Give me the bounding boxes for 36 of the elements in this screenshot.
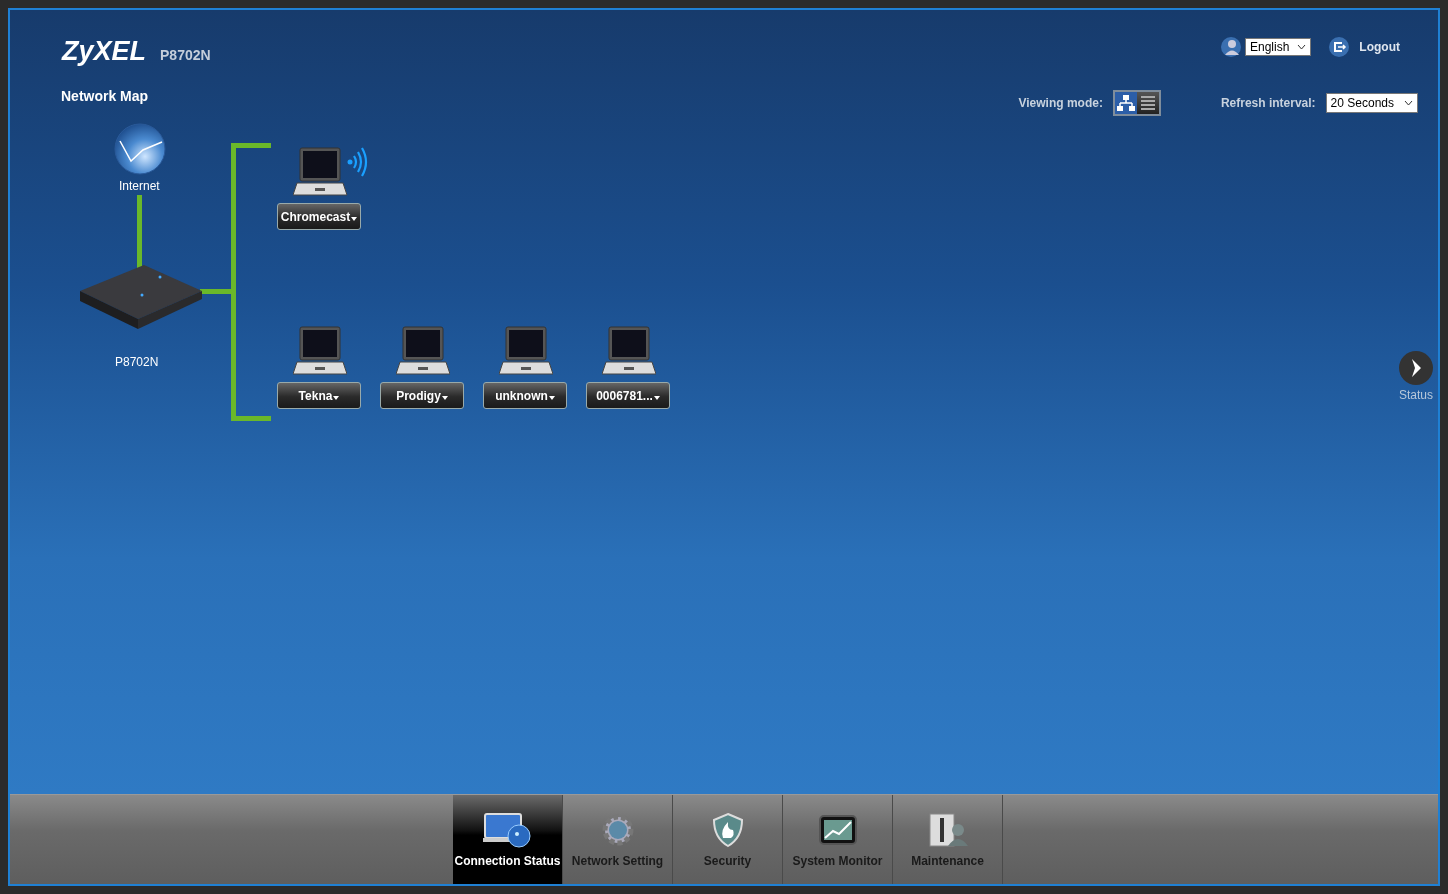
refresh-interval-dropdown[interactable]: 20 Seconds	[1325, 93, 1418, 113]
language-dropdown[interactable]: English	[1245, 38, 1312, 56]
device-menu-button[interactable]: unknown	[483, 382, 567, 409]
caret-icon	[351, 217, 358, 221]
laptop-icon	[396, 326, 450, 378]
router-label: P8702N	[115, 355, 159, 369]
caret-icon	[333, 396, 340, 400]
refresh-interval-label: Refresh interval:	[1220, 96, 1316, 110]
wireless-laptop-icon	[293, 147, 369, 199]
model-name: P8702N	[160, 46, 211, 63]
caret-icon	[441, 396, 448, 400]
device-menu-button[interactable]: Tekna	[277, 382, 361, 409]
brand-logo: ZyXEL	[62, 35, 147, 67]
chart-monitor-icon	[817, 814, 858, 848]
cabinet-person-icon	[927, 812, 968, 848]
caret-icon	[653, 396, 660, 400]
internet-label: Internet	[119, 179, 160, 193]
monitor-globe-icon	[482, 812, 533, 848]
globe-icon	[114, 123, 166, 175]
chevron-icon	[1297, 44, 1307, 50]
page-title: Network Map	[61, 88, 149, 104]
language-icon	[1220, 36, 1242, 58]
viewing-mode-label: Viewing mode:	[1018, 96, 1103, 110]
caret-icon	[548, 396, 555, 400]
device-menu-button[interactable]: Prodigy	[380, 382, 464, 409]
logout-link[interactable]: Logout	[1359, 40, 1400, 54]
laptop-icon	[499, 326, 553, 378]
logout-icon[interactable]	[1328, 36, 1351, 58]
nav-tab[interactable]: Connection Status	[453, 795, 563, 884]
laptop-icon	[602, 326, 656, 378]
laptop-icon	[293, 326, 347, 378]
device-menu-button[interactable]: Chromecast	[277, 203, 361, 230]
chevron-icon	[1404, 100, 1413, 106]
map-view-button[interactable]	[1114, 92, 1137, 114]
list-view-button[interactable]	[1136, 92, 1159, 114]
device-menu-button[interactable]: 0006781...	[586, 382, 670, 409]
